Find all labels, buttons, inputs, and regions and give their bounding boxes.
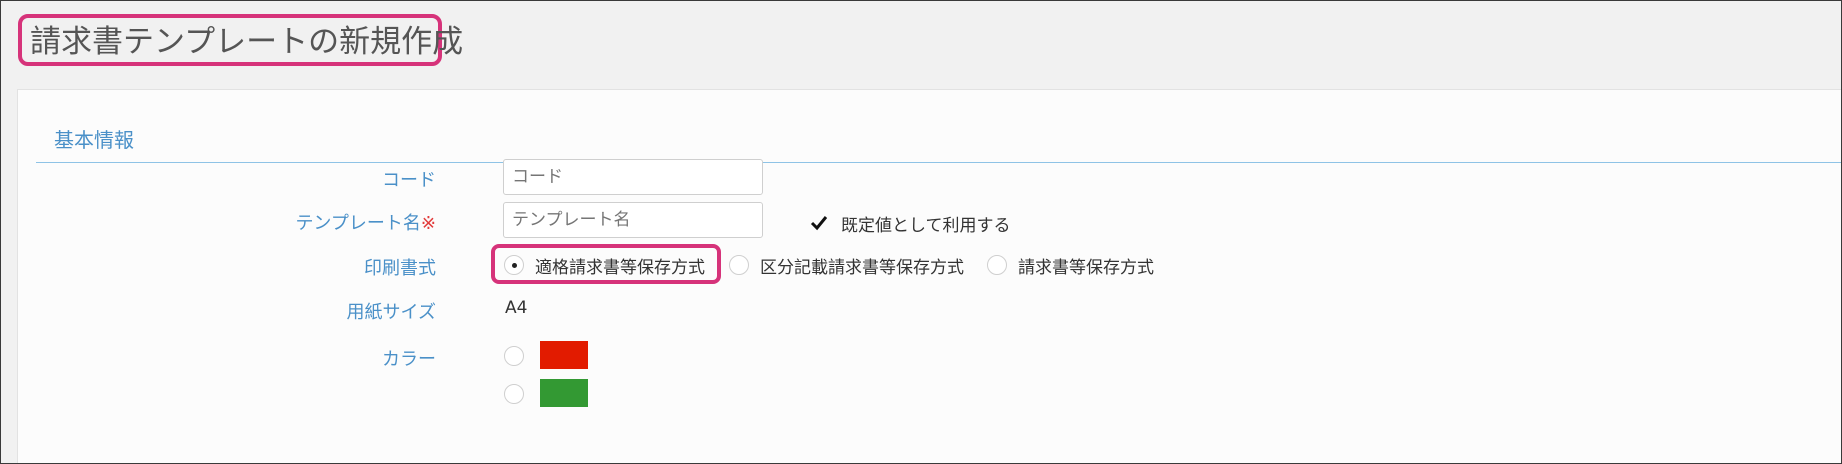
default-checkbox[interactable] <box>808 212 830 234</box>
print-format-radio-standard[interactable] <box>987 255 1007 275</box>
code-input[interactable] <box>503 159 763 195</box>
template-name-label: テンプレート名※ <box>295 209 436 235</box>
template-name-input[interactable] <box>503 202 763 238</box>
form-panel: 基本情報 コード テンプレート名※ 既定値として利用する 印刷書式 適格請求書等… <box>17 89 1841 463</box>
print-format-radio-classified[interactable] <box>729 255 749 275</box>
print-format-option-standard: 請求書等保存方式 <box>1018 258 1154 278</box>
color-swatch-green <box>540 379 588 407</box>
checkmark-icon <box>810 216 828 231</box>
page-title: 請求書テンプレートの新規作成 <box>30 24 464 60</box>
section-divider <box>36 162 1841 163</box>
color-radio-red[interactable] <box>504 346 524 366</box>
page-title-highlight: 請求書テンプレートの新規作成 <box>18 14 463 66</box>
color-swatch-red <box>540 341 588 369</box>
print-format-radio-qualified[interactable] <box>504 255 524 275</box>
paper-size-value: A4 <box>505 298 528 318</box>
color-label: カラー <box>382 349 436 370</box>
print-format-option-classified: 区分記載請求書等保存方式 <box>760 258 964 278</box>
section-title: 基本情報 <box>54 128 134 152</box>
template-name-label-text: テンプレート名 <box>295 213 421 234</box>
required-mark: ※ <box>420 213 436 234</box>
app-frame: 請求書テンプレートの新規作成 基本情報 コード テンプレート名※ 既定値として利… <box>0 0 1842 464</box>
color-radio-green[interactable] <box>504 384 524 404</box>
print-format-label: 印刷書式 <box>364 258 436 279</box>
code-label: コード <box>382 170 436 191</box>
default-checkbox-label: 既定値として利用する <box>841 216 1011 236</box>
paper-size-label: 用紙サイズ <box>346 302 436 323</box>
print-format-option-qualified: 適格請求書等保存方式 <box>535 258 705 278</box>
